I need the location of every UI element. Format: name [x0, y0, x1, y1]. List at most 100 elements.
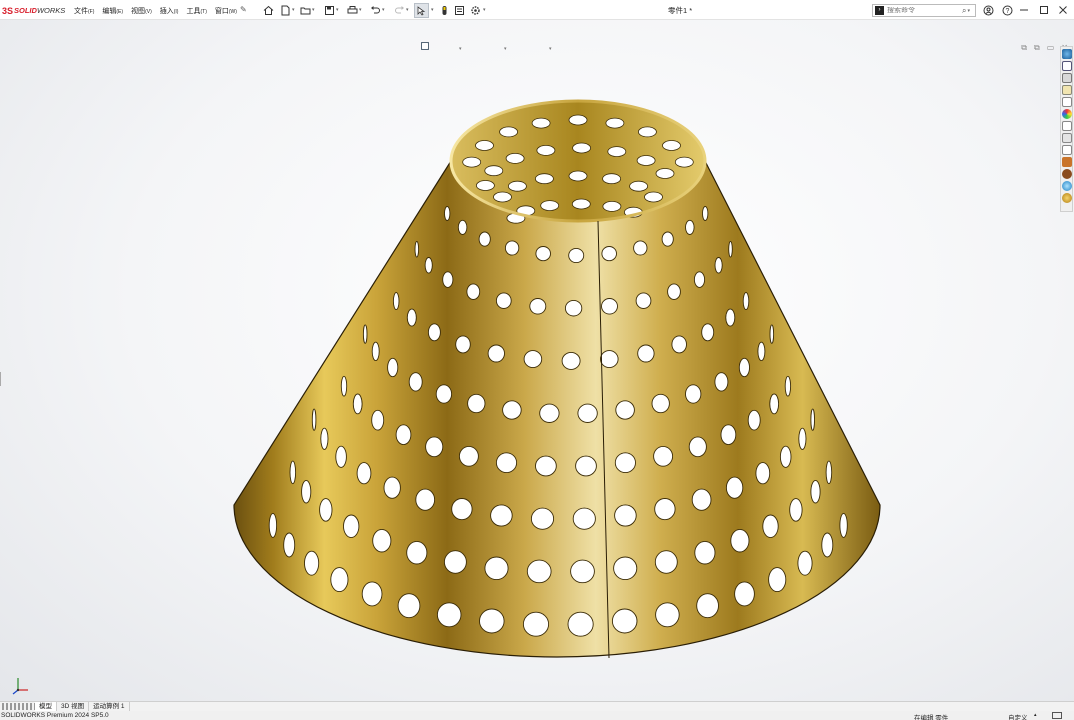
- new-file-icon[interactable]: [279, 4, 291, 16]
- units-caret-icon[interactable]: ▴: [1034, 712, 1037, 718]
- display-pane-icon[interactable]: [421, 42, 579, 54]
- perforated-cone-model[interactable]: [0, 20, 1074, 701]
- perforation-hole: [769, 393, 780, 415]
- status-units[interactable]: 自定义: [1008, 712, 1028, 720]
- perforation-hole: [667, 283, 681, 300]
- scene-caret-icon[interactable]: ▾: [549, 46, 553, 52]
- search-icon[interactable]: ⌕: [962, 6, 966, 16]
- perforation-hole: [495, 452, 518, 474]
- inner-perforation-hole: [568, 114, 588, 126]
- minimize-icon[interactable]: [1017, 3, 1031, 17]
- zoom-to-fit-caret-icon[interactable]: ▾: [459, 46, 463, 52]
- view-palette-icon[interactable]: [1061, 97, 1072, 107]
- redo-caret-icon[interactable]: ▾: [406, 7, 409, 13]
- learning-icon[interactable]: [1061, 193, 1072, 203]
- inner-perforation-hole: [571, 198, 591, 210]
- perforation-hole: [637, 344, 655, 363]
- save-caret-icon[interactable]: ▾: [336, 7, 339, 13]
- zoom-area-icon[interactable]: [421, 42, 476, 54]
- perforation-hole: [738, 357, 750, 378]
- menu-insert[interactable]: 插入(I): [156, 6, 183, 16]
- search-input[interactable]: [887, 7, 961, 14]
- options-caret-icon[interactable]: ▾: [483, 7, 486, 13]
- new-file-caret-icon[interactable]: ▾: [292, 7, 295, 13]
- hide-show-icon[interactable]: [421, 42, 521, 54]
- viewport-max-icon[interactable]: ▭: [1047, 43, 1055, 53]
- appearances-icon[interactable]: [1061, 109, 1072, 119]
- section-view-icon[interactable]: [421, 42, 444, 54]
- select-icon[interactable]: [414, 3, 429, 18]
- pin-menu-icon[interactable]: ✎: [240, 5, 247, 14]
- previous-view-icon[interactable]: [421, 42, 489, 54]
- appearance-icon[interactable]: [421, 42, 534, 54]
- tab-3d-views[interactable]: 3D 视图: [57, 701, 90, 712]
- inner-perforation-hole: [462, 156, 482, 168]
- tab-motion-study[interactable]: 运动算例 1: [89, 701, 130, 712]
- tab-model[interactable]: 模型: [35, 701, 57, 712]
- custom-properties-icon[interactable]: [1061, 121, 1072, 131]
- status-version: SOLIDWORKS Premium 2024 SP5.0: [1, 712, 109, 719]
- graphics-area[interactable]: ▾▾▾ ⧉ ⧉ ▭ ✕: [0, 20, 1074, 701]
- maximize-icon[interactable]: [1037, 3, 1051, 17]
- undo-icon[interactable]: [369, 4, 381, 16]
- menu-window[interactable]: 窗口(W): [211, 6, 241, 16]
- options-icon[interactable]: [469, 4, 481, 16]
- forum-icon[interactable]: [1061, 145, 1072, 155]
- help-icon[interactable]: ?: [1000, 3, 1014, 17]
- undo-caret-icon[interactable]: ▾: [382, 7, 385, 13]
- view-settings-icon[interactable]: [421, 42, 566, 54]
- perforation-hole: [728, 240, 733, 258]
- search-caret-icon[interactable]: ▾: [967, 8, 970, 14]
- materials-icon[interactable]: [1061, 169, 1072, 179]
- menu-edit[interactable]: 编辑(E): [98, 6, 127, 16]
- file-properties-icon[interactable]: [453, 4, 465, 16]
- display-style-icon[interactable]: [421, 42, 502, 54]
- open-icon[interactable]: [299, 4, 311, 16]
- toolbox-icon[interactable]: [1061, 157, 1072, 167]
- home-pane-icon[interactable]: [1061, 61, 1072, 71]
- design-library-icon[interactable]: [1061, 73, 1072, 83]
- close-icon[interactable]: [1056, 3, 1070, 17]
- task-pane-tabs: [1060, 46, 1073, 212]
- redo-icon[interactable]: [393, 4, 405, 16]
- logo-mark: 3S: [2, 5, 14, 16]
- print-caret-icon[interactable]: ▾: [359, 7, 362, 13]
- home-icon[interactable]: [262, 4, 274, 16]
- perforation-hole: [442, 271, 454, 288]
- perforation-hole: [343, 514, 360, 539]
- search-commands-box[interactable]: › ⌕ ▾: [872, 4, 976, 17]
- perforation-hole: [601, 246, 617, 262]
- perforation-hole: [651, 393, 670, 414]
- select-caret-icon[interactable]: ▾: [431, 7, 434, 13]
- tab-scroll-arrows[interactable]: [2, 703, 35, 710]
- perforation-hole: [755, 462, 771, 485]
- feature-tree-collapse-handle[interactable]: [0, 372, 3, 386]
- viewport-restore-icon[interactable]: ⧉: [1021, 43, 1027, 53]
- design-checker-icon[interactable]: [1061, 133, 1072, 143]
- perforation-hole: [768, 567, 787, 593]
- perforation-hole: [435, 384, 453, 404]
- perforation-hole: [825, 460, 833, 485]
- scene-icon[interactable]: [421, 42, 547, 54]
- globe-icon[interactable]: [1061, 181, 1072, 191]
- solidworks-logo[interactable]: 3S SOLID WORKS: [2, 5, 65, 16]
- menu-tools[interactable]: 工具(T): [182, 6, 210, 16]
- perforation-hole: [268, 512, 278, 538]
- user-account-icon[interactable]: [981, 3, 995, 17]
- rebuild-icon[interactable]: [438, 4, 450, 16]
- menu-view[interactable]: 视图(V): [127, 6, 156, 16]
- inner-perforation-hole: [493, 191, 512, 203]
- menu-file[interactable]: 文件(F): [70, 6, 98, 16]
- display-style-caret-icon[interactable]: ▾: [504, 46, 508, 52]
- perforation-hole: [443, 550, 467, 574]
- rebuild-status-icon[interactable]: [1052, 712, 1062, 719]
- solidworks-resources-icon[interactable]: [1061, 49, 1072, 59]
- perforation-hole: [568, 247, 585, 264]
- viewport-split-icon[interactable]: ⧉: [1034, 43, 1040, 53]
- open-caret-icon[interactable]: ▾: [312, 7, 315, 13]
- save-icon[interactable]: [323, 4, 335, 16]
- file-explorer-icon[interactable]: [1061, 85, 1072, 95]
- zoom-to-fit-icon[interactable]: [421, 42, 457, 54]
- print-icon[interactable]: [346, 4, 358, 16]
- perforation-hole: [467, 393, 486, 414]
